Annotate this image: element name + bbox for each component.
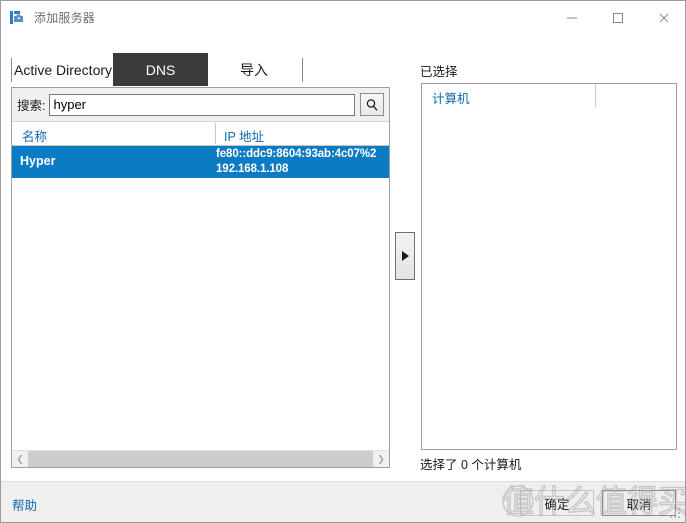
cell-ip-address: fe80::ddc9:8604:93ab:4c07%2 192.168.1.10… bbox=[216, 146, 376, 177]
ip-line-v6: fe80::ddc9:8604:93ab:4c07%2 bbox=[216, 148, 377, 160]
tab-separator-left bbox=[11, 58, 12, 82]
search-button[interactable] bbox=[360, 93, 384, 116]
minimize-icon bbox=[567, 17, 577, 18]
column-divider[interactable] bbox=[595, 84, 596, 107]
column-header-ip[interactable]: IP 地址 bbox=[224, 126, 264, 145]
search-icon bbox=[366, 98, 378, 111]
selection-status-text: 选择了 0 个计算机 bbox=[420, 458, 522, 472]
add-server-dialog: 添加服务器 Active Directory DNS 导入 搜索: hyper … bbox=[0, 0, 686, 523]
ip-line-v4: 192.168.1.108 bbox=[216, 163, 289, 175]
selected-column-headers: 计算机 bbox=[422, 84, 676, 107]
help-link[interactable]: 帮助 bbox=[12, 495, 37, 514]
results-list[interactable]: Hyper fe80::ddc9:8604:93ab:4c07%2 192.16… bbox=[12, 146, 389, 450]
window-controls bbox=[549, 1, 685, 34]
tab-active-directory[interactable]: Active Directory bbox=[14, 53, 112, 86]
tab-separator-right bbox=[302, 58, 303, 82]
window-title: 添加服务器 bbox=[34, 11, 96, 25]
scrollbar-thumb[interactable] bbox=[28, 451, 373, 467]
column-header-computer[interactable]: 计算机 bbox=[432, 88, 470, 107]
server-add-icon bbox=[10, 10, 26, 26]
selected-panel-label: 已选择 bbox=[420, 65, 458, 79]
list-column-headers: 名称 IP 地址 bbox=[12, 122, 389, 146]
search-input[interactable] bbox=[49, 93, 355, 116]
resize-grip[interactable] bbox=[670, 508, 682, 520]
table-row[interactable]: Hyper fe80::ddc9:8604:93ab:4c07%2 192.16… bbox=[12, 146, 389, 178]
tab-import[interactable]: 导入 bbox=[214, 53, 294, 86]
column-divider[interactable] bbox=[215, 123, 216, 144]
search-results-panel: 搜索: 名称 IP 地址 Hyper fe80::ddc9:8604:93ab:… bbox=[11, 87, 390, 468]
cell-computer-name: Hyper bbox=[20, 154, 56, 168]
search-bar: 搜索: bbox=[12, 88, 389, 122]
chevron-right-icon[interactable]: ❯ bbox=[373, 451, 389, 467]
title-bar: 添加服务器 bbox=[1, 1, 685, 34]
column-header-name[interactable]: 名称 bbox=[22, 126, 47, 145]
close-button[interactable] bbox=[641, 1, 685, 34]
tab-dns[interactable]: DNS bbox=[113, 53, 208, 86]
maximize-icon bbox=[613, 12, 623, 23]
minimize-button[interactable] bbox=[549, 1, 595, 34]
selected-panel[interactable]: 计算机 bbox=[421, 83, 677, 450]
tab-label: DNS bbox=[145, 61, 176, 78]
tab-label: Active Directory bbox=[14, 61, 113, 78]
search-label: 搜索: bbox=[17, 99, 46, 113]
chevron-left-icon[interactable]: ❮ bbox=[12, 451, 28, 467]
tab-strip: Active Directory DNS 导入 bbox=[1, 53, 685, 86]
move-to-selected-button[interactable] bbox=[395, 232, 415, 280]
close-icon bbox=[659, 13, 669, 22]
ok-button[interactable]: 确定 bbox=[520, 490, 594, 516]
maximize-button[interactable] bbox=[595, 1, 641, 34]
tab-label: 导入 bbox=[240, 61, 268, 78]
triangle-right-icon bbox=[401, 251, 409, 261]
horizontal-scrollbar[interactable]: ❮ ❯ bbox=[12, 450, 389, 467]
cancel-button[interactable]: 取消 bbox=[602, 490, 676, 516]
